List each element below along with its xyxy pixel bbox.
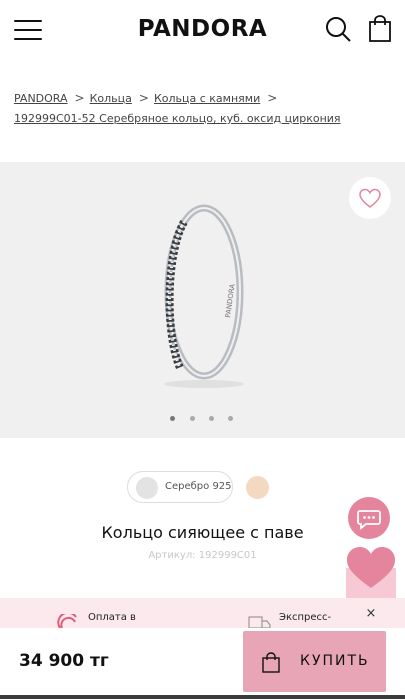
product-price: 34 900 тг bbox=[19, 651, 109, 671]
breadcrumb: PANDORA > Кольца > Кольца с камнями >192999C0… bbox=[14, 88, 394, 129]
credit-card-icon bbox=[57, 614, 77, 628]
breadcrumb-item-current[interactable]: 192999C01-52 Серебряное кольцо, куб. окс… bbox=[14, 112, 341, 125]
payment-info-text: Оплата в bbox=[88, 612, 136, 623]
gallery-dot[interactable] bbox=[190, 416, 195, 421]
express-delivery-text: Экспресс- bbox=[279, 612, 332, 623]
favorite-button[interactable] bbox=[349, 177, 391, 219]
search-icon[interactable] bbox=[325, 16, 351, 42]
product-title: Кольцо сияющее с паве bbox=[101, 523, 304, 542]
metal-option-silver[interactable]: Серебро 925 bbox=[127, 471, 233, 503]
menu-icon[interactable] bbox=[14, 20, 42, 40]
product-image: PANDORA bbox=[164, 204, 244, 388]
buy-button-label: КУПИТЬ bbox=[300, 653, 370, 669]
breadcrumb-item-rings[interactable]: Кольца bbox=[90, 92, 132, 105]
delivery-truck-icon bbox=[248, 616, 271, 628]
silver-swatch bbox=[136, 477, 158, 499]
shopping-bag-icon bbox=[262, 652, 280, 673]
gallery-dot[interactable] bbox=[228, 416, 233, 421]
wishlist-heart-icon[interactable] bbox=[345, 544, 397, 604]
gallery-pagination bbox=[170, 416, 238, 424]
gallery-dot[interactable] bbox=[170, 416, 175, 421]
shopping-bag-icon[interactable] bbox=[369, 15, 391, 42]
chevron-right-icon: > bbox=[267, 91, 278, 105]
bottom-divider bbox=[0, 695, 405, 699]
metal-option-rose-gold[interactable] bbox=[246, 476, 269, 499]
chevron-right-icon: > bbox=[74, 91, 85, 105]
chevron-right-icon: > bbox=[138, 91, 149, 105]
ring-engraving: PANDORA bbox=[224, 283, 237, 318]
site-header: PANDORA bbox=[0, 0, 405, 58]
heart-outline-icon bbox=[359, 188, 381, 208]
metal-option-label: Серебро 925 bbox=[165, 481, 232, 492]
brand-logo[interactable]: PANDORA bbox=[130, 16, 275, 42]
breadcrumb-item-stone-rings[interactable]: Кольца с камнями bbox=[154, 92, 260, 105]
gallery-dot[interactable] bbox=[209, 416, 214, 421]
breadcrumb-item-home[interactable]: PANDORA bbox=[14, 92, 68, 105]
close-icon[interactable]: × bbox=[364, 607, 378, 621]
